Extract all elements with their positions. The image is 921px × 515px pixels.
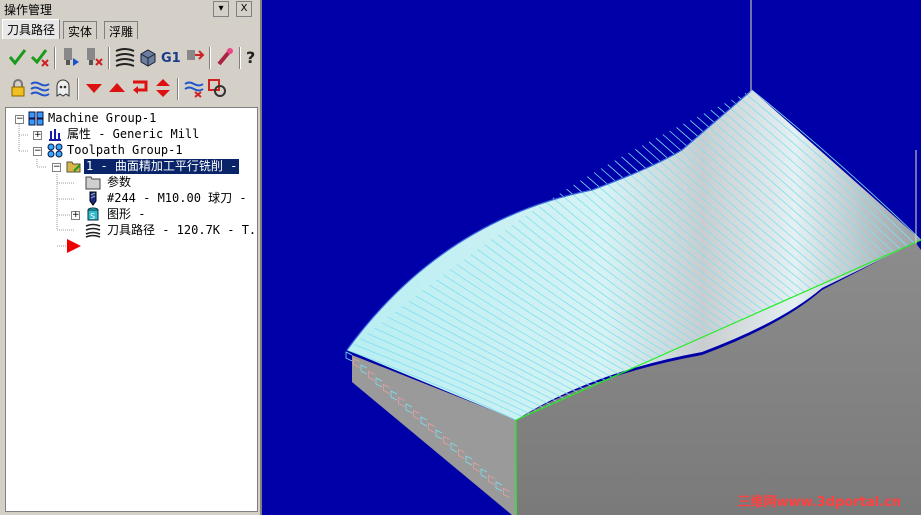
target-icon[interactable] (206, 77, 228, 99)
backplot-solid-icon[interactable] (137, 46, 159, 68)
properties-icon (49, 129, 61, 141)
regen-selected-icon[interactable] (29, 46, 51, 68)
expand-properties[interactable]: + (33, 131, 42, 140)
arrow-up-icon[interactable] (106, 77, 128, 99)
svg-text:S: S (90, 212, 95, 221)
watermark-text: 三维网www.3dportal.cn (737, 495, 901, 510)
tree-params[interactable]: 参数 (107, 175, 131, 190)
waves-icon[interactable] (183, 77, 205, 99)
tree-machine-group[interactable]: Machine Group-1 (48, 111, 156, 126)
delete-op-icon[interactable] (83, 46, 105, 68)
tree-toolpath-group[interactable]: Toolpath Group-1 (67, 143, 183, 158)
up-down-arrow-icon[interactable] (152, 77, 174, 99)
panel-close-button[interactable]: X (236, 1, 252, 17)
expand-machine-group[interactable]: − (15, 115, 24, 124)
arrow-down-icon[interactable] (83, 77, 105, 99)
highspeed-icon[interactable] (214, 46, 236, 68)
expand-operation[interactable]: − (52, 163, 61, 172)
post-output-icon[interactable] (184, 46, 206, 68)
verify-icon[interactable] (60, 46, 82, 68)
svg-text:?: ? (246, 48, 255, 67)
operation-folder-icon (66, 161, 81, 173)
operations-tree[interactable]: − Machine Group-1 + 属性 - Generic Mill − … (5, 107, 258, 512)
select-all-ops-icon[interactable] (7, 46, 29, 68)
panel-dropdown-button[interactable]: ▾ (213, 1, 229, 17)
expand-geometry[interactable]: + (71, 211, 80, 220)
panel-titlebar: 操作管理 ▾ X (0, 0, 260, 18)
insert-point-arrow-icon[interactable] (66, 238, 82, 254)
panel-tabs: 刀具路径 实体 浮雕 (2, 19, 260, 39)
lock-icon[interactable] (7, 77, 29, 99)
help-icon[interactable]: ? (244, 46, 260, 68)
svg-text:G1: G1 (161, 51, 181, 66)
tree-operation[interactable]: 1 - 曲面精加工平行铣削 - (84, 159, 240, 174)
graphics-viewport[interactable]: 三维网www.3dportal.cn (262, 0, 921, 515)
tree-geometry[interactable]: 图形 - (107, 207, 145, 222)
toolpath-lines-icon[interactable] (114, 46, 136, 68)
expand-toolpath-group[interactable]: − (33, 147, 42, 156)
toolpath-group-icon (47, 143, 63, 158)
params-folder-icon (85, 176, 101, 190)
toolbar-row-2 (4, 75, 260, 103)
ghost-icon[interactable] (52, 77, 74, 99)
post-g1-icon[interactable]: G1 (160, 46, 182, 68)
panel-title: 操作管理 (4, 3, 53, 17)
toolbar-row-1: G1 ? (4, 44, 260, 72)
tab-solids[interactable]: 实体 (63, 21, 98, 39)
tree-toolpath[interactable]: 刀具路径 - 120.7K - T. (107, 223, 256, 238)
toolpath-pass-end (345, 351, 353, 362)
geometry-icon: S (87, 207, 99, 221)
tab-relief[interactable]: 浮雕 (104, 21, 139, 39)
tree-tool[interactable]: #244 - M10.00 球刀 - (107, 191, 247, 206)
machine-group-icon (28, 111, 44, 126)
toolpath-render (345, 0, 921, 515)
tree-properties[interactable]: 属性 - Generic Mill (67, 127, 199, 142)
insert-arrow-icon[interactable] (129, 77, 151, 99)
tool-icon (89, 191, 97, 206)
toolpath-icon (85, 223, 101, 238)
wavy-lines-icon[interactable] (29, 77, 51, 99)
tab-toolpath[interactable]: 刀具路径 (2, 19, 61, 39)
operations-manager-panel: 操作管理 ▾ X 刀具路径 实体 浮雕 G1 ? − Machine Group… (0, 0, 262, 515)
